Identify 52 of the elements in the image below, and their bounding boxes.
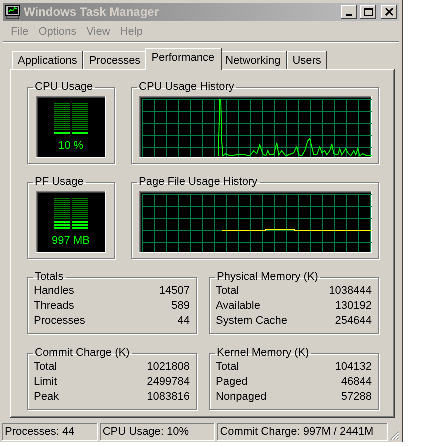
maximize-button[interactable]	[360, 5, 376, 19]
group-title: Physical Memory (K)	[216, 271, 320, 284]
stat-label: Handles	[34, 284, 74, 299]
stat-label: Nonpaged	[216, 390, 267, 405]
stat-value: 46844	[341, 375, 372, 390]
status-panel: CPU Usage: 10%	[100, 423, 216, 441]
stat-value: 589	[172, 299, 190, 314]
stat-label: Total	[216, 360, 240, 375]
stat-label: Available	[216, 299, 260, 314]
tab[interactable]: Networking	[220, 51, 287, 70]
group-title: Commit Charge (K)	[34, 347, 131, 360]
stat-value: 1021808	[147, 360, 190, 375]
group-title: PF Usage	[34, 176, 85, 189]
group-title: Page File Usage History	[138, 176, 259, 189]
stat-value: 44	[178, 314, 190, 329]
tab[interactable]: Applications	[12, 51, 84, 70]
stat-value: 14507	[159, 284, 190, 299]
meter-reading: 10 %	[58, 140, 84, 152]
resize-grip-icon[interactable]	[390, 431, 400, 441]
maximize-icon	[364, 8, 372, 16]
close-button[interactable]	[381, 5, 397, 19]
stat-value: 1083816	[147, 390, 190, 405]
stat-label: Processes	[34, 314, 86, 329]
stat-label: Limit	[34, 375, 58, 390]
stat-label: Total	[34, 360, 58, 375]
group-title: Totals	[34, 271, 65, 284]
meter-bars-drawing	[54, 198, 88, 229]
status-panel: Processes: 44	[2, 423, 98, 441]
stat-value: 254644	[335, 314, 372, 329]
tab[interactable]: Performance	[144, 48, 222, 70]
stat-label: Threads	[34, 299, 74, 314]
group-title: Kernel Memory (K)	[216, 347, 310, 360]
stat-label: Paged	[216, 375, 248, 390]
stat-value: 130192	[335, 299, 372, 314]
group-title: CPU Usage History	[138, 81, 236, 94]
minimize-button[interactable]	[341, 5, 357, 19]
stat-label: System Cache	[216, 314, 288, 329]
monitor-icon	[5, 5, 21, 19]
stat-value: 57288	[341, 390, 372, 405]
status-panel: Commit Charge: 997M / 2441M	[217, 423, 388, 441]
stat-label: Total	[216, 284, 240, 299]
meter-bars-drawing	[54, 103, 88, 134]
stat-value: 1038444	[329, 284, 372, 299]
stat-value: 104132	[335, 360, 372, 375]
stat-label: Peak	[34, 390, 60, 405]
group-title: CPU Usage	[34, 81, 94, 94]
close-icon	[384, 8, 394, 16]
meter-reading: 997 MB	[52, 235, 90, 247]
window-title: Windows Task Manager	[24, 5, 160, 19]
tab[interactable]: Users	[286, 51, 328, 70]
stat-value: 2499784	[147, 375, 190, 390]
tab[interactable]: Processes	[83, 51, 147, 70]
